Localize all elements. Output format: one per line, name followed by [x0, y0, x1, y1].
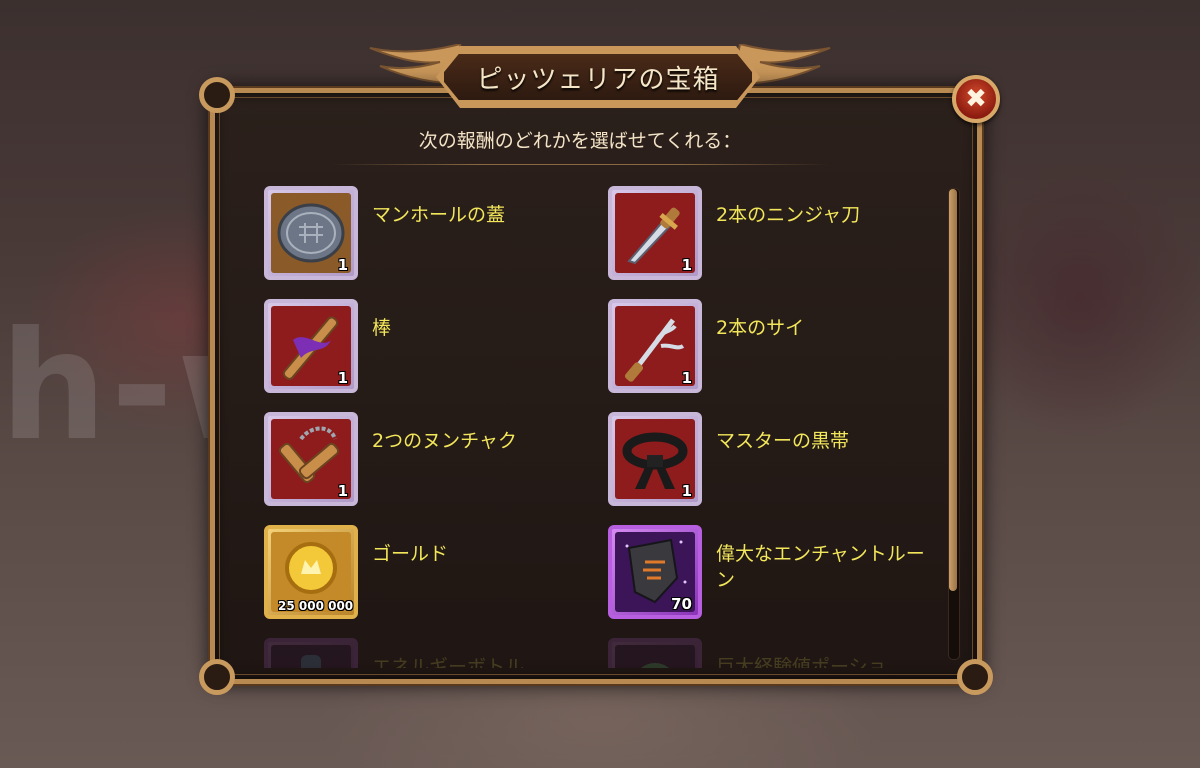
frame-corner-ornament: [199, 659, 235, 695]
reward-item[interactable]: 1 マンホールの蓋: [264, 186, 584, 282]
item-name: マスターの黒帯: [716, 430, 850, 452]
item-quantity: 1: [337, 369, 348, 387]
reward-slot[interactable]: 1: [608, 299, 702, 393]
reward-slot[interactable]: 25 000 000: [264, 525, 358, 619]
item-name: 棒: [372, 317, 392, 339]
close-button[interactable]: ✖: [952, 75, 1000, 123]
reward-item[interactable]: 1 2つのヌンチャク: [264, 412, 584, 508]
reward-slot[interactable]: 1: [608, 412, 702, 506]
reward-item[interactable]: 1 2本のサイ: [608, 299, 928, 395]
item-name: 巨大経験値ポーショ: [716, 656, 887, 668]
reward-list[interactable]: 1 マンホールの蓋 1 2本のニンジャ刀 1 棒 1 2本のサイ 1 2つのヌン…: [264, 186, 934, 668]
reward-item[interactable]: 25 000 000 ゴールド: [264, 525, 584, 621]
reward-item[interactable]: 70 偉大なエンチャントルーン: [608, 525, 928, 621]
reward-slot[interactable]: [264, 638, 358, 668]
item-quantity: 1: [681, 482, 692, 500]
reward-slot[interactable]: 70: [608, 525, 702, 619]
reward-slot[interactable]: 1: [264, 299, 358, 393]
reward-item[interactable]: 1 棒: [264, 299, 584, 395]
item-name: 2本のニンジャ刀: [716, 204, 861, 226]
item-name: 2つのヌンチャク: [372, 430, 517, 452]
reward-slot[interactable]: [608, 638, 702, 668]
scrollbar-thumb[interactable]: [949, 189, 957, 591]
item-name: ゴールド: [372, 543, 449, 565]
close-icon: ✖: [965, 84, 987, 114]
item-name: 2本のサイ: [716, 317, 805, 339]
title-plate: ピッツェリアの宝箱: [440, 50, 756, 104]
reward-item[interactable]: 1 2本のニンジャ刀: [608, 186, 928, 282]
reward-slot[interactable]: 1: [608, 186, 702, 280]
dialog-subtitle: 次の報酬のどれかを選ばせてくれる：: [418, 130, 742, 152]
frame-corner-ornament: [199, 77, 235, 113]
item-name: エネルギーボトル: [372, 656, 525, 668]
divider: [330, 164, 830, 165]
energy-bottle-icon: [271, 645, 351, 668]
item-quantity: 1: [681, 256, 692, 274]
frame-corner-ornament: [957, 659, 993, 695]
reward-slot[interactable]: 1: [264, 412, 358, 506]
dialog-title: ピッツェリアの宝箱: [476, 64, 720, 95]
reward-item[interactable]: 巨大経験値ポーショ: [608, 638, 928, 668]
item-quantity: 1: [337, 482, 348, 500]
item-quantity: 1: [337, 256, 348, 274]
reward-slot[interactable]: 1: [264, 186, 358, 280]
reward-item[interactable]: エネルギーボトル: [264, 638, 584, 668]
item-quantity: 1: [681, 369, 692, 387]
item-name: 偉大なエンチャントルーン: [716, 543, 925, 591]
xp-potion-icon: [615, 645, 695, 668]
reward-item[interactable]: 1 マスターの黒帯: [608, 412, 928, 508]
item-quantity: 70: [671, 595, 692, 613]
item-name: マンホールの蓋: [372, 204, 506, 226]
item-quantity: 25 000 000: [278, 599, 354, 613]
